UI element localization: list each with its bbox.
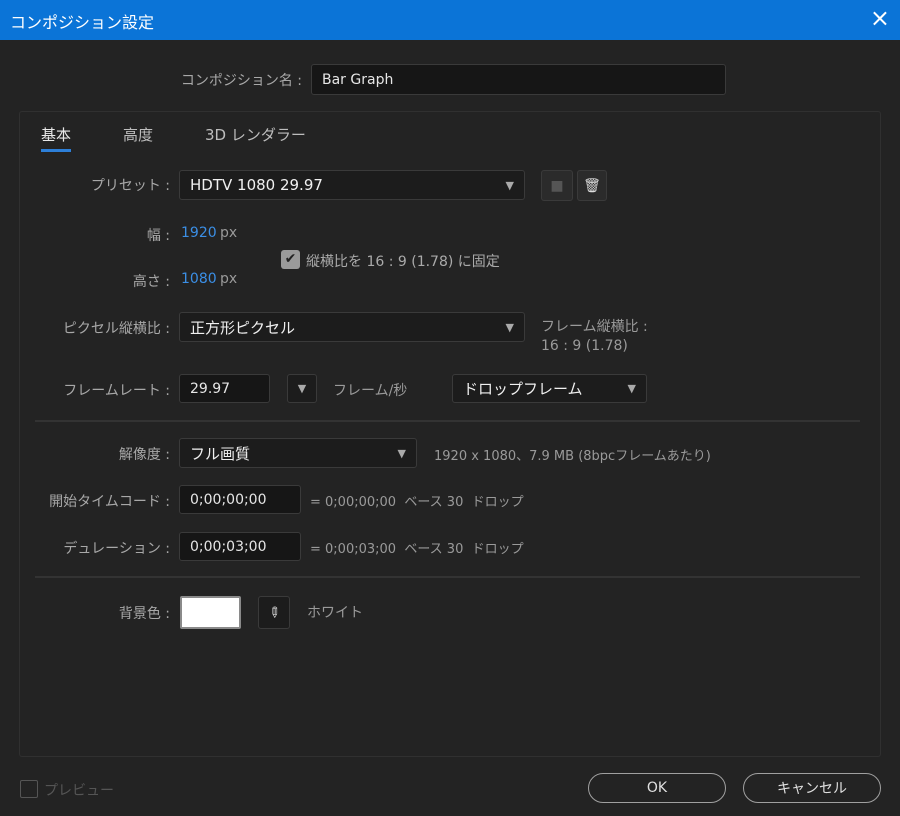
comp-name-label: コンポジション名 : <box>180 73 302 89</box>
cancel-button[interactable]: キャンセル <box>743 773 881 803</box>
lock-aspect-checkbox[interactable]: ✔ <box>281 250 300 269</box>
tab-advanced[interactable]: 高度 <box>123 124 153 145</box>
frame-rate-label: フレームレート : <box>63 383 170 399</box>
title-bar: コンポジション設定 × <box>0 0 900 40</box>
preview-checkbox[interactable] <box>20 780 38 798</box>
drop-frame-dropdown[interactable]: ドロップフレーム ▼ <box>452 374 647 403</box>
delete-preset-button[interactable]: 🗑 <box>577 170 607 201</box>
start-timecode-info: = 0;00;00;00 ベース 30 ドロップ <box>310 495 524 510</box>
settings-panel <box>19 111 881 757</box>
frame-rate-value: 29.97 <box>190 380 231 397</box>
width-value[interactable]: 1920 <box>181 225 217 241</box>
frame-aspect-value: 16 : 9 (1.78) <box>541 338 628 354</box>
preset-dropdown[interactable]: HDTV 1080 29.97 ▼ <box>179 170 525 200</box>
width-label: 幅 : <box>146 228 170 244</box>
width-unit: px <box>220 225 238 241</box>
drop-frame-value: ドロップフレーム <box>463 380 583 398</box>
eyedropper-button[interactable]: ✎ <box>258 596 290 629</box>
start-timecode-value: 0;00;00;00 <box>190 491 267 508</box>
frame-rate-input[interactable]: 29.97 <box>179 374 270 403</box>
trash-icon: 🗑 <box>583 177 601 194</box>
resolution-info: 1920 x 1080、7.9 MB (8bpcフレームあたり) <box>434 449 711 464</box>
lock-aspect-label: 縦横比を 16 : 9 (1.78) に固定 <box>306 254 500 270</box>
chevron-down-icon: ▼ <box>297 382 307 395</box>
comp-name-input[interactable]: Bar Graph <box>311 64 726 95</box>
background-color-label: 背景色 : <box>118 606 170 622</box>
divider <box>35 420 860 422</box>
duration-label: デュレーション : <box>63 541 170 557</box>
pixel-aspect-label: ピクセル縦横比 : <box>62 321 170 337</box>
resolution-label: 解像度 : <box>118 447 170 463</box>
background-color-name: ホワイト <box>307 605 363 621</box>
preview-label: プレビュー <box>44 783 114 799</box>
start-timecode-input[interactable]: 0;00;00;00 <box>179 485 301 514</box>
height-value[interactable]: 1080 <box>181 271 217 287</box>
tab-basic[interactable]: 基本 <box>41 124 72 152</box>
divider <box>35 576 860 578</box>
chevron-down-icon: ▼ <box>505 320 514 334</box>
frame-rate-dropdown[interactable]: ▼ <box>287 374 317 403</box>
duration-info: = 0;00;03;00 ベース 30 ドロップ <box>310 542 524 557</box>
preset-value: HDTV 1080 29.97 <box>190 176 323 194</box>
window-title: コンポジション設定 <box>10 13 155 32</box>
frame-aspect-label: フレーム縦横比 : <box>541 319 648 335</box>
comp-name-value: Bar Graph <box>322 71 394 88</box>
preset-label: プリセット : <box>90 178 170 194</box>
duration-value: 0;00;03;00 <box>190 538 267 555</box>
save-icon: ■ <box>550 177 564 194</box>
background-color-swatch[interactable] <box>180 596 241 629</box>
duration-input[interactable]: 0;00;03;00 <box>179 532 301 561</box>
tab-3d-renderer[interactable]: 3D レンダラー <box>205 124 306 145</box>
frame-rate-unit: フレーム/秒 <box>333 383 408 399</box>
pixel-aspect-value: 正方形ピクセル <box>190 318 296 337</box>
chevron-down-icon: ▼ <box>505 178 514 192</box>
chevron-down-icon: ▼ <box>627 382 636 395</box>
start-timecode-label: 開始タイムコード : <box>49 494 170 510</box>
height-label: 高さ : <box>132 274 170 290</box>
pixel-aspect-dropdown[interactable]: 正方形ピクセル ▼ <box>179 312 525 342</box>
ok-button[interactable]: OK <box>588 773 726 803</box>
save-preset-button[interactable]: ■ <box>541 170 573 201</box>
chevron-down-icon: ▼ <box>397 446 406 460</box>
resolution-dropdown[interactable]: フル画質 ▼ <box>179 438 417 468</box>
resolution-value: フル画質 <box>190 444 251 463</box>
eyedropper-icon: ✎ <box>264 602 284 623</box>
height-unit: px <box>220 271 238 287</box>
close-icon[interactable]: × <box>870 4 890 32</box>
